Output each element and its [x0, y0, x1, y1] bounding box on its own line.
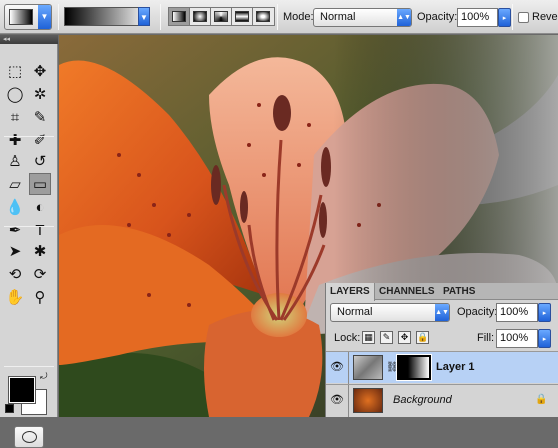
lock-position-icon[interactable]: ✥	[398, 331, 411, 344]
reflected-gradient-icon	[235, 11, 249, 22]
divider	[4, 366, 54, 367]
gradient-icon[interactable]: ▭	[29, 173, 51, 195]
lock-image-icon[interactable]: ✎	[380, 331, 393, 344]
3d-rotate-icon[interactable]: ⟲	[4, 263, 26, 285]
chevron-updown-icon: ▲▼	[397, 9, 411, 26]
panel-tabs: LAYERS CHANNELS PATHS	[326, 283, 558, 301]
mode-select[interactable]: Normal ▲▼	[313, 8, 412, 27]
gradient-type-group	[168, 7, 275, 26]
angle-gradient-icon	[214, 11, 228, 22]
brush-icon[interactable]: ✐	[29, 129, 51, 151]
chevron-down-icon: ▼	[38, 5, 51, 29]
move-icon[interactable]: ✥	[29, 60, 51, 82]
layer-mask-thumbnail[interactable]	[396, 354, 432, 381]
angle-gradient-button[interactable]	[211, 8, 232, 25]
shape-icon[interactable]: ✱	[29, 240, 51, 262]
layers-panel: LAYERS CHANNELS PATHS Normal ▲▼ Opacity:…	[325, 283, 558, 417]
linear-gradient-icon	[172, 11, 186, 22]
gradient-picker[interactable]: ▼	[64, 7, 150, 26]
zoom-icon[interactable]: ⚲	[29, 286, 51, 308]
eye-icon[interactable]: 👁	[330, 393, 344, 407]
divider	[160, 4, 161, 30]
collapse-icon[interactable]: ◂◂	[3, 36, 10, 43]
layer-row-background[interactable]: 👁 Background 🔒	[326, 384, 558, 417]
gradient-preset-swatch	[9, 9, 33, 25]
fill-label: Fill:	[477, 332, 495, 344]
eraser-icon[interactable]: ▱	[4, 173, 26, 195]
chevron-right-icon[interactable]: ▸	[538, 329, 551, 348]
mode-value: Normal	[320, 11, 356, 23]
layer-opacity-input[interactable]: 100% ▸	[496, 303, 551, 322]
opacity-value: 100%	[461, 11, 490, 23]
layer-thumbnail	[353, 388, 383, 413]
mode-label: Mode:	[283, 11, 314, 23]
eyedropper-icon[interactable]: ✎	[29, 106, 51, 128]
fill-value: 100%	[500, 332, 529, 344]
marquee-icon[interactable]: ⬚	[4, 60, 26, 82]
tab-channels[interactable]: CHANNELS	[375, 283, 439, 300]
divider	[348, 352, 349, 384]
swap-colors-icon[interactable]: ⤾	[40, 371, 48, 382]
diamond-gradient-icon	[256, 11, 270, 22]
layer-name: Layer 1	[436, 361, 475, 373]
fill-input[interactable]: 100% ▸	[496, 329, 551, 348]
quick-mask-icon	[22, 431, 37, 443]
chevron-updown-icon: ▲▼	[435, 304, 449, 321]
quick-mask-button[interactable]	[14, 426, 44, 448]
default-colors-icon[interactable]	[5, 404, 14, 413]
opacity-input[interactable]: 100% ▸	[457, 8, 511, 27]
radial-gradient-button[interactable]	[190, 8, 211, 25]
layer-opacity-label: Opacity:	[457, 306, 498, 318]
diamond-gradient-button[interactable]	[253, 8, 274, 25]
clone-stamp-icon[interactable]: ♙	[4, 150, 26, 172]
linear-gradient-button[interactable]	[169, 8, 190, 25]
reverse-label: Reverse	[532, 11, 558, 23]
tools-panel: ⬚ ✥ ◯ ✲ ⌗ ✎ ✚ ✐ ♙ ↺ ▱ ▭ 💧 ◐ ✒ T ➤ ✱ ⟲ ⟳ ✋ ⚲ ⤾	[0, 44, 58, 448]
tab-paths[interactable]: PATHS	[439, 283, 479, 300]
crop-icon[interactable]: ⌗	[4, 106, 26, 128]
reflected-gradient-button[interactable]	[232, 8, 253, 25]
divider	[512, 4, 513, 30]
opacity-label: Opacity:	[417, 11, 458, 23]
chevron-down-icon[interactable]: ▼	[138, 7, 150, 26]
path-selection-icon[interactable]: ➤	[4, 240, 26, 262]
tools-panel-header[interactable]: ◂◂	[0, 35, 58, 44]
healing-brush-icon[interactable]: ✚	[4, 129, 26, 151]
divider	[58, 4, 59, 30]
magic-wand-icon[interactable]: ✲	[29, 83, 51, 105]
lock-label: Lock:	[334, 332, 361, 344]
radial-gradient-icon	[193, 11, 207, 22]
divider	[4, 226, 54, 227]
lock-icon: 🔒	[535, 394, 548, 405]
blend-mode-value: Normal	[337, 306, 373, 318]
tool-preset-picker[interactable]: ▼	[4, 4, 52, 30]
type-icon[interactable]: T	[29, 219, 51, 241]
layer-row-layer-1[interactable]: 👁 ⛓ Layer 1	[326, 351, 558, 384]
layer-opacity-value: 100%	[500, 306, 529, 318]
foreground-color-swatch[interactable]	[8, 376, 36, 404]
pen-icon[interactable]: ✒	[4, 219, 26, 241]
divider	[348, 385, 349, 417]
layer-thumbnail	[353, 355, 383, 380]
blur-icon[interactable]: 💧	[4, 196, 26, 218]
reverse-checkbox[interactable]	[518, 12, 529, 23]
hand-icon[interactable]: ✋	[4, 286, 26, 308]
lock-transparent-icon[interactable]: ▦	[362, 331, 375, 344]
lasso-icon[interactable]: ◯	[4, 83, 26, 105]
divider	[277, 4, 278, 30]
dodge-icon[interactable]: ◐	[29, 196, 51, 218]
blend-mode-select[interactable]: Normal ▲▼	[330, 303, 450, 322]
layer-name: Background	[393, 394, 452, 406]
3d-orbit-icon[interactable]: ⟳	[29, 263, 51, 285]
eye-icon[interactable]: 👁	[330, 360, 344, 374]
divider	[4, 136, 54, 137]
chevron-right-icon[interactable]: ▸	[538, 303, 551, 322]
lock-all-icon[interactable]: 🔒	[416, 331, 429, 344]
tab-layers[interactable]: LAYERS	[326, 283, 375, 301]
chevron-right-icon[interactable]: ▸	[498, 8, 511, 27]
options-bar: ▼ ▼ Mode: Normal ▲▼ Opacity: 100% ▸ Reve…	[0, 0, 558, 34]
history-brush-icon[interactable]: ↺	[29, 150, 51, 172]
